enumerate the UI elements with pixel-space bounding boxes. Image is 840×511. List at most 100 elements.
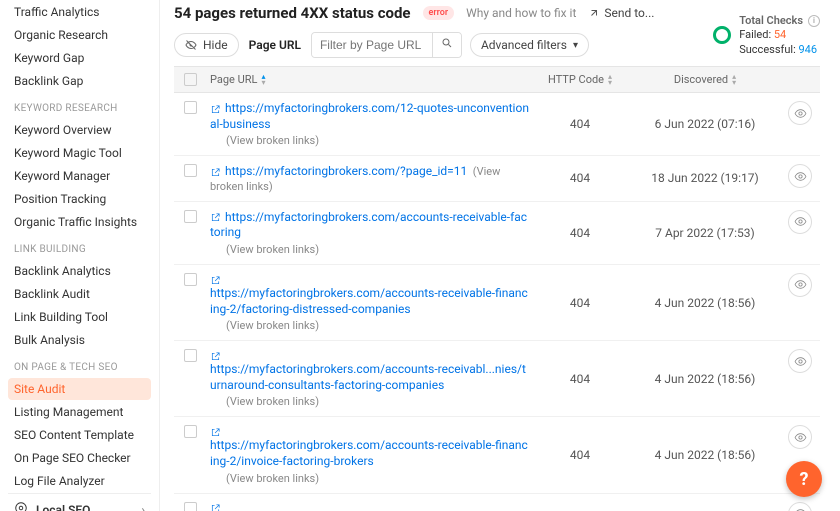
view-broken-links[interactable]: (View broken links) <box>210 472 530 485</box>
sidebar-section-title: LINK BUILDING <box>8 234 151 259</box>
external-link-icon <box>210 351 221 362</box>
sidebar-item[interactable]: Keyword Manager <box>8 165 151 187</box>
sidebar-item[interactable]: Site Audit <box>8 378 151 400</box>
view-button[interactable] <box>788 502 812 511</box>
http-code: 404 <box>530 226 630 240</box>
http-code: 404 <box>530 117 630 131</box>
chevron-right-icon: › <box>141 503 145 511</box>
sidebar-section-title: KEYWORD RESEARCH <box>8 93 151 118</box>
external-link-icon <box>210 167 221 178</box>
http-code: 404 <box>530 171 630 185</box>
hide-button[interactable]: Hide <box>174 33 239 57</box>
view-button[interactable] <box>788 349 812 373</box>
view-button[interactable] <box>788 425 812 449</box>
col-page-url[interactable]: Page URL ▴▾ <box>206 73 530 86</box>
sidebar-item[interactable]: SEO Content Template <box>8 424 151 446</box>
filter-input[interactable] <box>312 33 432 57</box>
page-url-link[interactable]: https://myfactoringbrokers.com/accounts-… <box>210 362 526 392</box>
external-link-icon <box>210 275 221 286</box>
discovered-date: 4 Jun 2022 (18:56) <box>630 448 780 462</box>
http-code: 404 <box>530 372 630 386</box>
discovered-date: 7 Apr 2022 (17:53) <box>630 226 780 240</box>
sidebar-category[interactable]: Local SEO› <box>8 493 151 511</box>
sidebar-item[interactable]: Position Tracking <box>8 188 151 210</box>
page-url-link[interactable]: https://myfactoringbrokers.com/accounts-… <box>210 210 527 240</box>
view-broken-links[interactable]: (View broken links) <box>210 243 530 256</box>
external-link-icon <box>210 104 221 115</box>
sidebar-item[interactable]: Log File Analyzer <box>8 470 151 492</box>
info-icon[interactable]: i <box>808 15 820 27</box>
table-header: Page URL ▴▾ HTTP Code ▴▾ Discovered ▴▾ <box>174 66 820 93</box>
page-url-link[interactable]: https://myfactoringbrokers.com/12-quotes… <box>210 101 529 131</box>
help-fab[interactable]: ? <box>786 461 822 497</box>
discovered-date: 18 Jun 2022 (19:17) <box>630 171 780 185</box>
discovered-date: 4 Jun 2022 (18:56) <box>630 296 780 310</box>
sidebar-item[interactable]: Organic Traffic Insights <box>8 211 151 233</box>
chevron-down-icon: ▾ <box>573 40 578 51</box>
advanced-filters-button[interactable]: Advanced filters ▾ <box>470 33 589 57</box>
external-link-icon <box>210 212 221 223</box>
table-row: https://myfactoringbrokers.com/?page_id=… <box>174 156 820 202</box>
checks-ring-icon <box>713 26 731 44</box>
send-to-button[interactable]: Send to... <box>588 6 654 20</box>
sort-icon: ▴▾ <box>608 74 612 86</box>
sidebar-item[interactable]: Link Building Tool <box>8 306 151 328</box>
page-url-link[interactable]: https://myfactoringbrokers.com/accounts-… <box>210 286 528 316</box>
table-row: https://myfactoringbrokers.com/12-quotes… <box>174 93 820 156</box>
table-row: https://myfactoringbrokers.com/accounts-… <box>174 494 820 511</box>
view-broken-links[interactable]: (View broken links) <box>210 134 530 147</box>
sidebar-item[interactable]: Keyword Overview <box>8 119 151 141</box>
sidebar-item[interactable]: Bulk Analysis <box>8 329 151 351</box>
why-fix-link[interactable]: Why and how to fix it <box>466 6 576 20</box>
sidebar-item[interactable]: Keyword Gap <box>8 47 151 69</box>
table-row: https://myfactoringbrokers.com/accounts-… <box>174 341 820 417</box>
sidebar-item[interactable]: Traffic Analytics <box>8 1 151 23</box>
col-http-code[interactable]: HTTP Code ▴▾ <box>530 73 630 86</box>
http-code: 404 <box>530 448 630 462</box>
row-checkbox[interactable] <box>184 101 197 114</box>
row-checkbox[interactable] <box>184 273 197 286</box>
row-checkbox[interactable] <box>184 210 197 223</box>
issue-header: 54 pages returned 4XX status code error … <box>174 0 820 32</box>
filter-searchbox <box>311 32 462 58</box>
error-badge: error <box>423 6 455 20</box>
table-row: https://myfactoringbrokers.com/accounts-… <box>174 265 820 341</box>
view-button[interactable] <box>788 210 812 234</box>
view-button[interactable] <box>788 273 812 297</box>
total-checks-label: Total Checks <box>739 14 803 28</box>
search-button[interactable] <box>432 33 461 57</box>
view-broken-links[interactable]: (View broken links) <box>210 395 530 408</box>
row-checkbox[interactable] <box>184 425 197 438</box>
sidebar-item[interactable]: Backlink Audit <box>8 283 151 305</box>
sidebar-item[interactable]: Listing Management <box>8 401 151 423</box>
sidebar-item[interactable]: On Page SEO Checker <box>8 447 151 469</box>
row-checkbox[interactable] <box>184 502 197 511</box>
view-broken-links[interactable]: (View broken links) <box>210 319 530 332</box>
hide-icon <box>185 39 197 51</box>
sort-icon: ▴▾ <box>261 74 265 86</box>
share-icon <box>588 7 600 19</box>
row-checkbox[interactable] <box>184 349 197 362</box>
page-title: 54 pages returned 4XX status code <box>174 4 411 22</box>
discovered-date: 6 Jun 2022 (07:16) <box>630 117 780 131</box>
sidebar-item[interactable]: Organic Research <box>8 24 151 46</box>
sidebar: Traffic AnalyticsOrganic ResearchKeyword… <box>0 0 160 511</box>
view-button[interactable] <box>788 101 812 125</box>
col-discovered[interactable]: Discovered ▴▾ <box>630 73 780 86</box>
sidebar-section-title: ON PAGE & TECH SEO <box>8 352 151 377</box>
table-row: https://myfactoringbrokers.com/accounts-… <box>174 202 820 265</box>
search-icon <box>441 37 453 49</box>
external-link-icon <box>210 503 221 511</box>
page-url-link[interactable]: https://myfactoringbrokers.com/?page_id=… <box>225 164 467 178</box>
mode-page-url[interactable]: Page URL <box>247 34 303 56</box>
failed-value: 54 <box>774 28 786 41</box>
view-button[interactable] <box>788 164 812 188</box>
failed-label: Failed: <box>739 28 771 41</box>
row-checkbox[interactable] <box>184 164 197 177</box>
success-value: 946 <box>798 43 817 56</box>
page-url-link[interactable]: https://myfactoringbrokers.com/accounts-… <box>210 438 528 468</box>
select-all-checkbox[interactable] <box>184 73 197 86</box>
sidebar-item[interactable]: Backlink Analytics <box>8 260 151 282</box>
sidebar-item[interactable]: Backlink Gap <box>8 70 151 92</box>
sidebar-item[interactable]: Keyword Magic Tool <box>8 142 151 164</box>
